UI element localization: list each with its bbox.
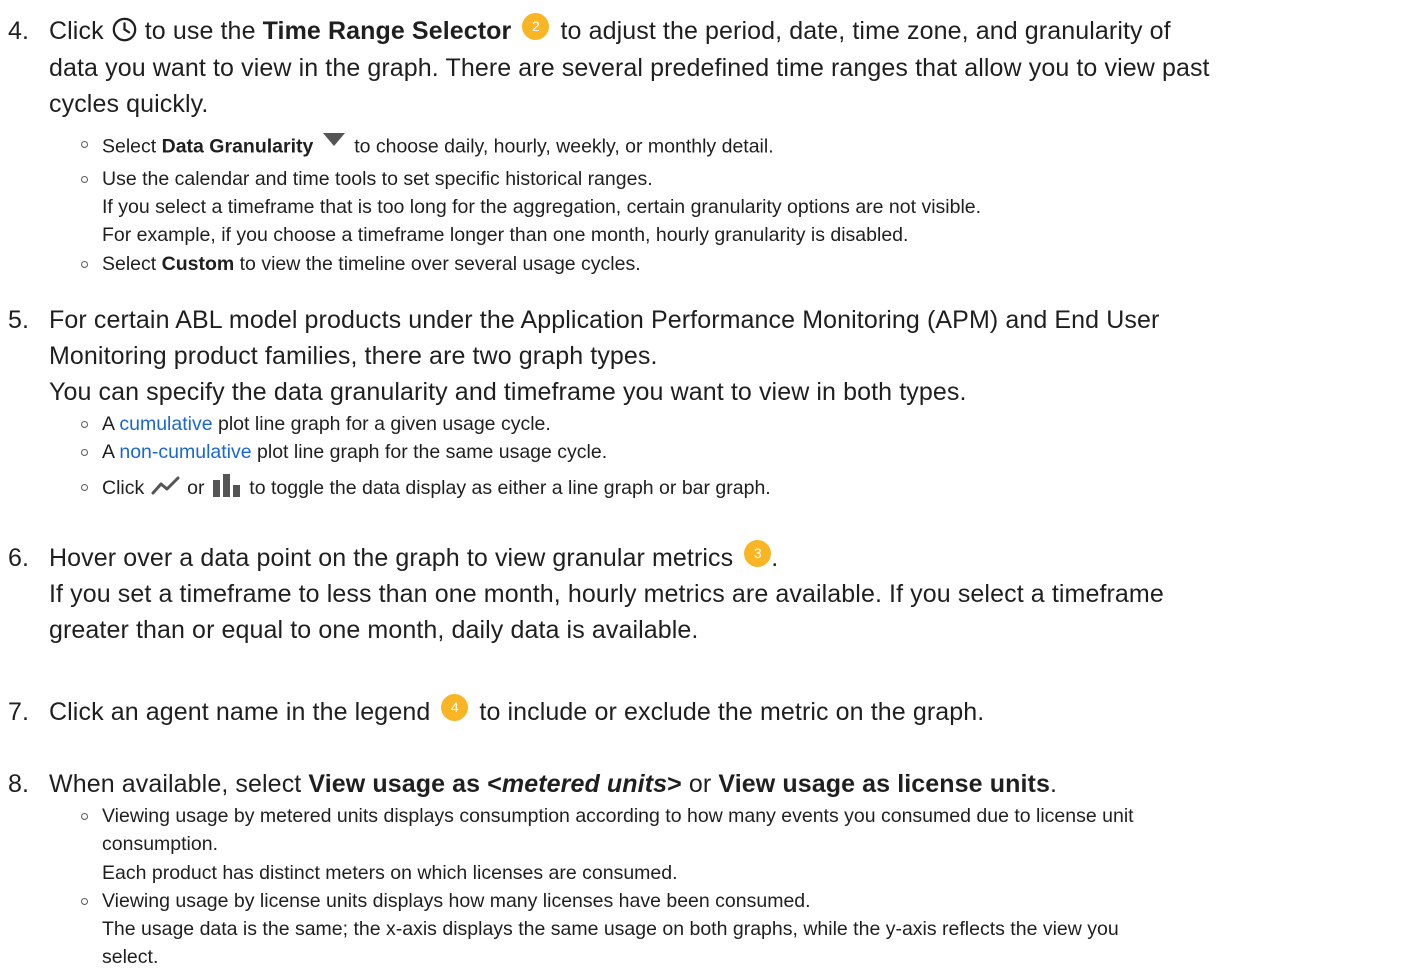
step-5-line-1: For certain ABL model products under the… xyxy=(49,306,1160,334)
step-4-line-1: Click to use the Time Range Selector 2 t… xyxy=(49,13,1400,50)
list-item: Select Data Granularity to choose daily,… xyxy=(80,130,1400,164)
step-number: 6. xyxy=(8,544,30,572)
list-item: Viewing usage by metered units displays … xyxy=(80,802,1400,887)
step-8-line-1: When available, select View usage as <me… xyxy=(49,770,1057,798)
step-4-line-2: data you want to view in the graph. Ther… xyxy=(49,54,1210,83)
step-6-line-3: greater than or equal to one month, dail… xyxy=(49,616,699,644)
step-number: 5. xyxy=(8,306,30,334)
step-7: 7. Click an agent name in the legend 4 t… xyxy=(0,694,1400,730)
cumulative-link[interactable]: cumulative xyxy=(119,413,212,435)
step-6: 6. Hover over a data point on the graph … xyxy=(0,540,1400,648)
callout-badge-4: 4 xyxy=(441,694,469,721)
step-6-line-2: If you set a timeframe to less than one … xyxy=(49,580,1164,608)
callout-badge-2: 2 xyxy=(522,13,550,40)
step-4-line-3: cycles quickly. xyxy=(49,90,209,119)
list-item: Use the calendar and time tools to set s… xyxy=(80,165,1400,250)
step-number: 8. xyxy=(8,770,30,798)
step-5-line-3: You can specify the data granularity and… xyxy=(49,378,967,406)
list-item: Select Custom to view the timeline over … xyxy=(80,250,1400,278)
step-number: 4. xyxy=(8,17,30,45)
doc-page: 4. Click to use the Time Range Selector … xyxy=(0,0,1419,971)
step-8: 8. When available, select View usage as … xyxy=(0,766,1400,972)
step-4: 4. Click to use the Time Range Selector … xyxy=(0,13,1400,278)
callout-badge-3: 3 xyxy=(744,540,772,567)
step-4-bullets: Select Data Granularity to choose daily,… xyxy=(80,130,1400,277)
step-number: 7. xyxy=(8,698,30,726)
list-item: A non-cumulative plot line graph for the… xyxy=(80,438,1400,466)
non-cumulative-link[interactable]: non-cumulative xyxy=(119,441,251,463)
list-item: A cumulative plot line graph for a given… xyxy=(80,410,1400,438)
step-8-bullets: Viewing usage by metered units displays … xyxy=(80,802,1400,972)
line-chart-icon xyxy=(150,474,182,502)
list-item: Viewing usage by license units displays … xyxy=(80,887,1400,972)
time-range-selector-label: Time Range Selector xyxy=(262,17,512,45)
step-6-line-1: Hover over a data point on the graph to … xyxy=(49,540,1400,576)
step-5-bullets: A cumulative plot line graph for a given… xyxy=(80,410,1400,504)
bar-chart-icon xyxy=(210,473,244,504)
caret-down-icon xyxy=(319,130,349,164)
clock-icon xyxy=(111,14,138,50)
step-7-line-1: Click an agent name in the legend 4 to i… xyxy=(49,694,1400,730)
step-5: 5. For certain ABL model products under … xyxy=(0,302,1400,504)
view-usage-license-option: View usage as license units xyxy=(718,770,1050,798)
step-5-line-2: Monitoring product families, there are t… xyxy=(49,342,658,370)
list-item: Click or to toggle the data display as e… xyxy=(80,473,1400,504)
view-usage-metered-option: View usage as <metered units> xyxy=(308,770,682,798)
